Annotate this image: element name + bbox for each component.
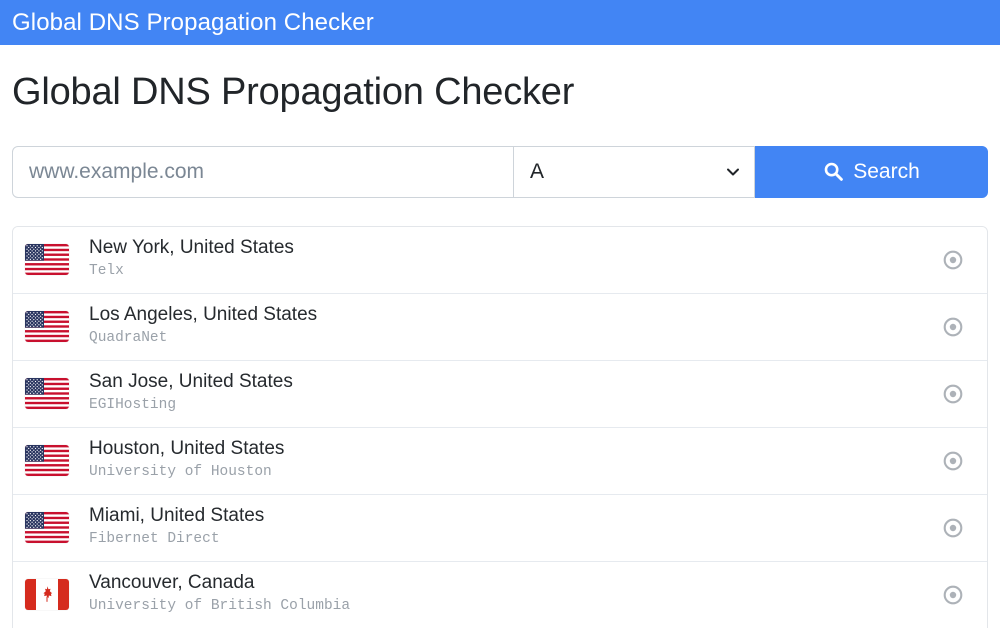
result-location: Miami, United States	[89, 505, 265, 527]
search-button-label: Search	[853, 159, 920, 183]
result-row-texts: Vancouver, Canada University of British C…	[89, 571, 941, 618]
result-row-texts: Los Angeles, United States QuadraNet	[89, 303, 941, 350]
record-type-select[interactable]: AAAAACNAMEMXNSTXTSOAPTRSRVCAA	[514, 145, 755, 198]
record-type-select-wrapper: AAAAACNAMEMXNSTXTSOAPTRSRVCAA	[514, 145, 755, 198]
us-flag-icon	[25, 311, 69, 342]
result-row-texts: Houston, United States University of Hous…	[89, 437, 941, 484]
domain-input[interactable]	[12, 145, 514, 198]
dot-circle-icon[interactable]	[941, 248, 965, 272]
result-row-texts: Miami, United States Fibernet Direct	[89, 504, 941, 551]
dot-circle-icon[interactable]	[941, 449, 965, 473]
navbar-brand[interactable]: Global DNS Propagation Checker	[12, 10, 374, 35]
result-location: New York, United States	[89, 237, 294, 259]
result-row[interactable]: Los Angeles, United States QuadraNet	[13, 293, 987, 361]
result-location: Los Angeles, United States	[89, 304, 318, 326]
dot-circle-icon[interactable]	[941, 583, 965, 607]
result-location: Vancouver, Canada	[89, 572, 255, 594]
results-list: New York, United States Telx Los Angeles, …	[12, 225, 988, 628]
result-provider: QuadraNet	[89, 330, 168, 347]
result-provider: University of Houston	[89, 464, 272, 481]
result-provider: EGIHosting	[89, 397, 177, 414]
result-row[interactable]: Miami, United States Fibernet Direct	[13, 494, 987, 562]
result-row[interactable]: Houston, United States University of Hous…	[13, 427, 987, 495]
top-navbar: Global DNS Propagation Checker	[0, 0, 1000, 45]
dns-search-form: AAAAACNAMEMXNSTXTSOAPTRSRVCAA Search	[12, 145, 988, 198]
search-button[interactable]: Search	[755, 145, 988, 198]
result-row[interactable]: New York, United States Telx	[13, 226, 987, 294]
dot-circle-icon[interactable]	[941, 315, 965, 339]
result-row-texts: New York, United States Telx	[89, 236, 941, 283]
us-flag-icon	[25, 244, 69, 275]
result-location: Houston, United States	[89, 438, 285, 460]
ca-flag-icon	[25, 579, 69, 610]
result-provider: Telx	[89, 263, 124, 280]
page-container: Global DNS Propagation Checker AAAAACNAM…	[0, 45, 1000, 628]
result-provider: University of British Columbia	[89, 598, 351, 615]
us-flag-icon	[25, 378, 69, 409]
result-provider: Fibernet Direct	[89, 531, 220, 548]
result-row[interactable]: Vancouver, Canada University of British C…	[13, 561, 987, 628]
search-icon	[823, 161, 844, 182]
dot-circle-icon[interactable]	[941, 516, 965, 540]
page-title: Global DNS Propagation Checker	[12, 71, 575, 113]
result-location: San Jose, United States	[89, 371, 293, 393]
dot-circle-icon[interactable]	[941, 382, 965, 406]
us-flag-icon	[25, 512, 69, 543]
us-flag-icon	[25, 445, 69, 476]
result-row[interactable]: San Jose, United States EGIHosting	[13, 360, 987, 428]
result-row-texts: San Jose, United States EGIHosting	[89, 370, 941, 417]
